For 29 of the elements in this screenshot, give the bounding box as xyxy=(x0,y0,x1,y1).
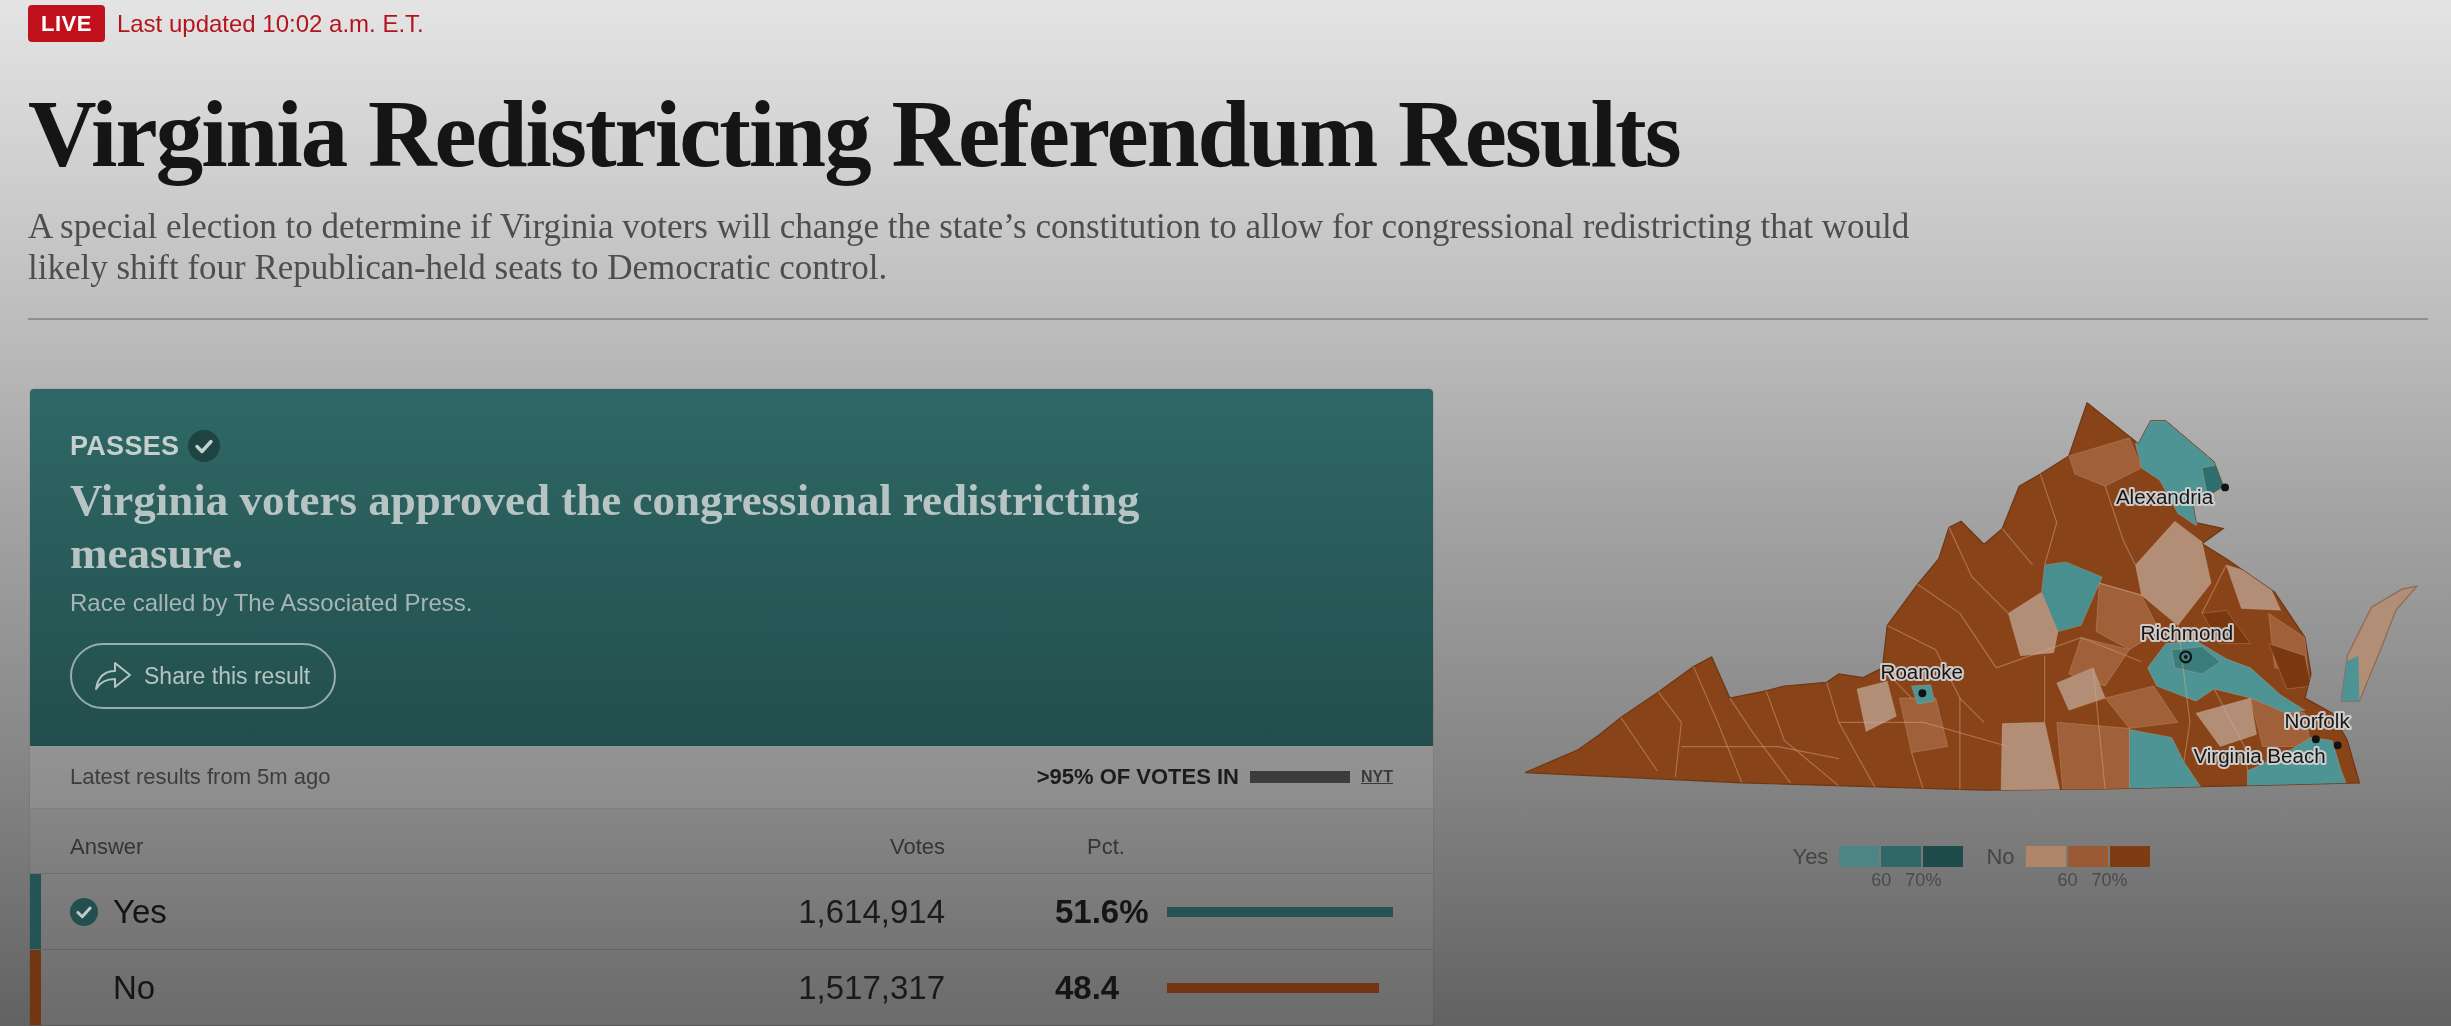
source-text: Race called by The Associated Press. xyxy=(70,588,473,618)
answer-label: Yes xyxy=(113,892,167,931)
result-headline: Virginia voters approved the congressional redistricting measure. xyxy=(70,474,1141,580)
answer-label: No xyxy=(113,968,156,1007)
source-link[interactable]: NYT xyxy=(1361,768,1393,786)
vote-percent: 48.4 xyxy=(1055,968,1120,1007)
votes-in-text: >95% OF VOTES IN xyxy=(1036,764,1239,790)
live-badge: LIVE xyxy=(28,5,105,42)
latest-results-text: Latest results from 5m ago xyxy=(70,764,331,790)
votes-count: 1,614,914 xyxy=(798,892,945,931)
city-label: Roanoke xyxy=(1880,659,1963,683)
column-header: Answer xyxy=(69,834,144,860)
status-label: PASSES xyxy=(70,430,180,462)
votes-count: 1,517,317 xyxy=(798,968,945,1007)
column-header: Pct. xyxy=(1086,834,1125,860)
city-dot-icon xyxy=(2311,735,2320,744)
column-header: Votes xyxy=(889,834,945,860)
city-label: Richmond xyxy=(2140,621,2234,644)
vote-percent: 51.6% xyxy=(1055,892,1149,931)
city-label: Virginia Beach xyxy=(2193,744,2326,768)
share-arrow-icon xyxy=(94,661,132,691)
city-dot-icon xyxy=(2221,483,2229,492)
city-dot-icon xyxy=(2333,741,2342,750)
summary-text: A special election to determine if Virginia voters will change the state’s constitution to allow for congressional redistricting that would likely shift four Republican-held seats to Democratic control. xyxy=(28,206,1911,288)
check-circle-icon xyxy=(188,430,221,462)
city-dot-icon xyxy=(1918,689,1927,698)
last-updated-text: Last updated 10:02 a.m. E.T. xyxy=(116,8,424,39)
share-button[interactable]: Share this result xyxy=(70,643,337,709)
capital-ring-icon xyxy=(2179,650,2193,664)
